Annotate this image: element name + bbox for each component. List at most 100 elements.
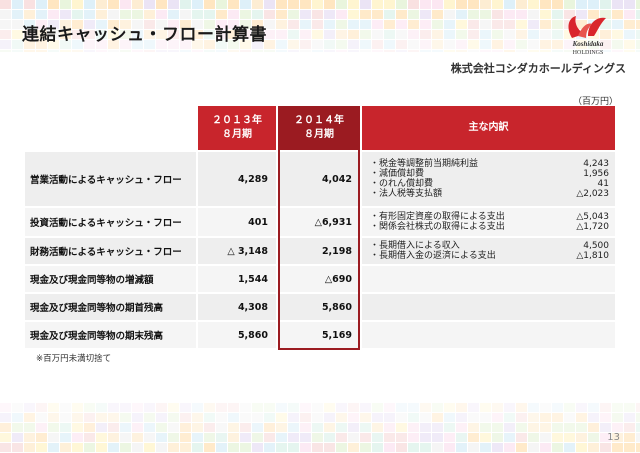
mosaic-tile (24, 423, 35, 432)
mosaic-tile (348, 403, 359, 412)
mosaic-tile (468, 0, 479, 9)
mosaic-tile (372, 20, 383, 29)
mosaic-tile (492, 20, 503, 29)
mosaic-tile (168, 423, 179, 432)
mosaic-tile (480, 423, 491, 432)
mosaic-tile (72, 443, 83, 452)
column-header-2013-year: ２０１３年 (212, 115, 262, 126)
mosaic-tile (528, 30, 539, 39)
mosaic-tile (492, 403, 503, 412)
mosaic-tile (300, 20, 311, 29)
mosaic-tile (456, 423, 467, 432)
mosaic-tile (636, 423, 640, 432)
mosaic-tile (456, 30, 467, 39)
mosaic-tile (348, 433, 359, 442)
mosaic-tile (276, 10, 287, 19)
column-header-2013: ２０１３年 ８月期 (198, 106, 276, 150)
mosaic-tile (444, 433, 455, 442)
mosaic-tile (468, 443, 479, 452)
mosaic-tile (120, 50, 131, 52)
row-label: 営業活動によるキャッシュ・フロー (25, 152, 196, 206)
mosaic-tile (264, 443, 275, 452)
mosaic-tile (564, 403, 575, 412)
mosaic-tile (132, 0, 143, 9)
mosaic-tile (96, 403, 107, 412)
mosaic-tile (0, 20, 11, 29)
mosaic-tile (144, 413, 155, 422)
mosaic-tile (420, 413, 431, 422)
mosaic-tile (348, 50, 359, 52)
mosaic-tile (324, 0, 335, 9)
mosaic-tile (72, 0, 83, 9)
mosaic-tile (444, 423, 455, 432)
mosaic-tile (336, 423, 347, 432)
mosaic-tile (216, 403, 227, 412)
mosaic-tile (204, 423, 215, 432)
mosaic-tile (216, 0, 227, 9)
mosaic-tile (180, 50, 191, 52)
mosaic-tile (516, 423, 527, 432)
mosaic-tile (336, 433, 347, 442)
mosaic-tile (336, 20, 347, 29)
mosaic-tile (360, 0, 371, 9)
mosaic-tile (432, 413, 443, 422)
mosaic-tile (168, 443, 179, 452)
mosaic-tile (156, 433, 167, 442)
mosaic-tile (624, 413, 635, 422)
mosaic-tile (288, 423, 299, 432)
mosaic-tile (48, 50, 59, 52)
mosaic-tile (0, 40, 11, 49)
mosaic-tile (132, 50, 143, 52)
mosaic-tile (636, 403, 640, 412)
mosaic-tile (60, 50, 71, 52)
mosaic-tile (192, 423, 203, 432)
mosaic-tile (252, 423, 263, 432)
mosaic-tile (240, 403, 251, 412)
mosaic-tile (348, 443, 359, 452)
footer-mosaic-band (0, 403, 640, 453)
mosaic-tile (144, 423, 155, 432)
mosaic-tile (252, 443, 263, 452)
row-label: 財務活動によるキャッシュ・フロー (25, 238, 196, 264)
mosaic-tile (408, 443, 419, 452)
mosaic-tile (384, 20, 395, 29)
mosaic-tile (264, 423, 275, 432)
mosaic-tile (168, 10, 179, 19)
mosaic-tile (348, 30, 359, 39)
mosaic-tile (252, 50, 263, 52)
mosaic-tile (456, 0, 467, 9)
mosaic-tile (576, 423, 587, 432)
mosaic-tile (576, 413, 587, 422)
mosaic-tile (360, 443, 371, 452)
mosaic-tile (456, 40, 467, 49)
mosaic-tile (396, 50, 407, 52)
mosaic-tile (156, 50, 167, 52)
mosaic-tile (288, 10, 299, 19)
mosaic-tile (636, 20, 640, 29)
mosaic-tile (144, 50, 155, 52)
value-2013: 401 (198, 208, 276, 236)
mosaic-tile (384, 0, 395, 9)
mosaic-tile (156, 443, 167, 452)
mosaic-tile (252, 403, 263, 412)
mosaic-tile (168, 50, 179, 52)
mosaic-tile (288, 433, 299, 442)
mosaic-tile (360, 433, 371, 442)
mosaic-tile (576, 433, 587, 442)
mosaic-tile (300, 0, 311, 9)
breakdown-item: ・長期借入金の返済による支出 △1,810 (370, 251, 609, 261)
mosaic-tile (396, 403, 407, 412)
mosaic-tile (300, 50, 311, 52)
logo-text-1: Koshidaka (572, 40, 604, 48)
mosaic-tile (300, 40, 311, 49)
mosaic-tile (528, 20, 539, 29)
value-2013: △ 3,148 (198, 238, 276, 264)
mosaic-tile (12, 50, 23, 52)
mosaic-tile (444, 50, 455, 52)
mosaic-tile (324, 20, 335, 29)
mosaic-tile (276, 403, 287, 412)
mosaic-tile (504, 0, 515, 9)
mosaic-tile (36, 50, 47, 52)
mosaic-tile (48, 443, 59, 452)
mosaic-tile (336, 10, 347, 19)
